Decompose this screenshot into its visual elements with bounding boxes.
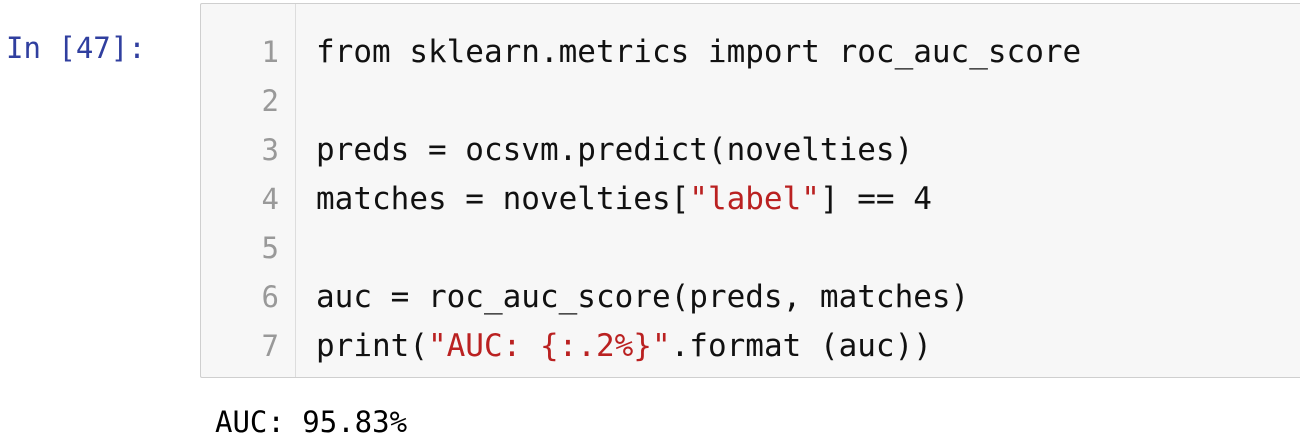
string-literal: "AUC: {:.2%}": [427, 328, 671, 364]
string-literal: "label": [689, 181, 820, 217]
code-text: auc = roc_auc_score(preds, matches): [316, 279, 970, 315]
code-text: matches = novelties[: [316, 181, 690, 217]
input-prompt: In [47]:: [6, 31, 146, 65]
code-editor[interactable]: from sklearn.metrics import roc_auc_scor…: [316, 28, 1081, 371]
line-number-gutter: 1 2 3 4 5 6 7: [201, 4, 296, 377]
line-number: 2: [261, 84, 279, 118]
cell-output: AUC: 95.83%: [215, 405, 408, 439]
code-line: matches = novelties["label"] == 4: [316, 175, 1081, 224]
code-text: ] == 4: [819, 181, 932, 217]
code-text: print(: [316, 328, 428, 364]
code-line: from sklearn.metrics import roc_auc_scor…: [316, 28, 1081, 77]
line-numbers: 1 2 3 4 5 6 7: [201, 28, 279, 371]
line-number: 6: [261, 280, 279, 314]
code-text: from sklearn.metrics import roc_auc_scor…: [316, 34, 1082, 70]
code-line: print("AUC: {:.2%}".format (auc)): [316, 322, 1081, 371]
line-number: 1: [261, 35, 279, 69]
line-number: 5: [261, 231, 279, 265]
line-number: 7: [261, 329, 279, 363]
code-text: .format (auc)): [670, 328, 932, 364]
line-number: 3: [261, 133, 279, 167]
code-cell[interactable]: 1 2 3 4 5 6 7 from sklearn.metrics import roc_…: [200, 3, 1300, 378]
line-number: 4: [261, 182, 279, 216]
code-line: auc = roc_auc_score(preds, matches): [316, 273, 1081, 322]
code-text: preds = ocsvm.predict(novelties): [316, 132, 914, 168]
code-line: preds = ocsvm.predict(novelties): [316, 126, 1081, 175]
